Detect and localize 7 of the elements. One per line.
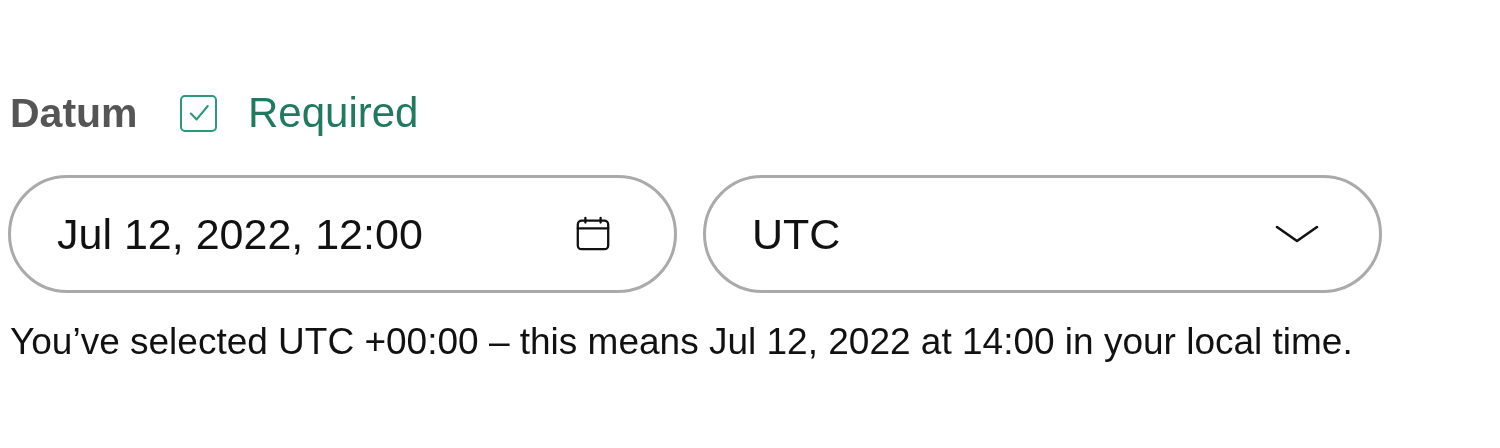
date-field[interactable]: Jul 12, 2022, 12:00 [8, 175, 677, 293]
field-label: Datum [10, 89, 139, 137]
chevron-down-icon [1275, 224, 1319, 244]
checkbox-label[interactable]: Required [248, 89, 419, 137]
timezone-select[interactable]: UTC [703, 175, 1382, 293]
hint-text: You’ve selected UTC +00:00 – this means Jul 12, 2022 at 14:00 in your local time. [10, 321, 1354, 363]
checkbox[interactable] [180, 94, 217, 132]
